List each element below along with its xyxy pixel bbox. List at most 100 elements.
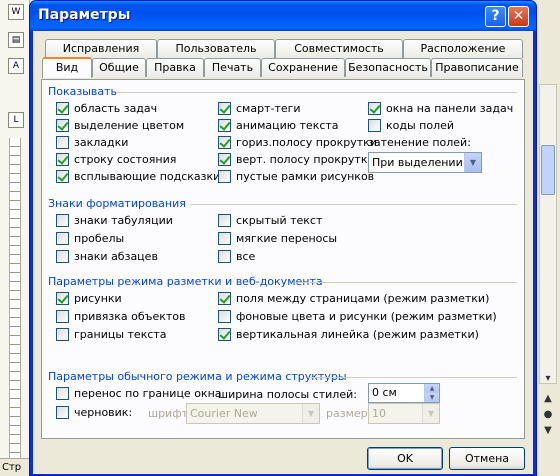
checkbox-white-space[interactable]: поля между страницами (режим разметки) bbox=[218, 291, 490, 308]
tab-edit[interactable]: Правка bbox=[146, 58, 204, 77]
tab-view[interactable]: Вид bbox=[42, 57, 92, 78]
tab-security[interactable]: Безопасность bbox=[345, 58, 431, 77]
checkbox-icon[interactable] bbox=[56, 386, 69, 400]
checkbox-icon[interactable] bbox=[218, 118, 231, 132]
style-area-width-label: ширина полосы стилей: bbox=[218, 388, 357, 401]
help-button[interactable]: ? bbox=[485, 6, 506, 27]
group-title-formatting: Знаки форматирования bbox=[48, 197, 186, 210]
checkbox-object-anchors[interactable]: привязка объектов bbox=[56, 309, 185, 326]
dialog-client: Исправления Пользователь Совместимость Р… bbox=[33, 31, 533, 474]
checkbox-status-bar[interactable]: строку состояния bbox=[56, 152, 176, 169]
chevron-down-icon[interactable]: ▼ bbox=[464, 153, 481, 172]
ok-button[interactable]: OK bbox=[367, 447, 443, 470]
tab-location[interactable]: Расположение bbox=[403, 39, 523, 58]
checkbox-tab-chars[interactable]: знаки табуляции bbox=[56, 213, 173, 230]
tab-corrections[interactable]: Исправления bbox=[45, 39, 157, 58]
checkbox-icon[interactable] bbox=[56, 169, 69, 183]
checkbox-icon[interactable] bbox=[218, 309, 231, 323]
browse-object-icon[interactable]: ● bbox=[541, 408, 555, 422]
checkbox-hidden-text[interactable]: скрытый текст bbox=[218, 213, 322, 230]
checkbox-field-codes[interactable]: коды полей bbox=[368, 118, 454, 135]
checkbox-icon[interactable] bbox=[56, 213, 69, 227]
checkbox-drawings[interactable]: рисунки bbox=[56, 291, 122, 308]
checkbox-icon[interactable] bbox=[218, 291, 231, 305]
checkbox-icon[interactable] bbox=[56, 101, 69, 115]
checkbox-task-pane[interactable]: область задач bbox=[56, 101, 157, 118]
checkbox-icon[interactable] bbox=[218, 152, 231, 166]
checkbox-draft-font[interactable]: черновик: bbox=[56, 405, 132, 422]
group-title-normal: Параметры обычного режима и режима струк… bbox=[48, 370, 347, 383]
options-dialog: Параметры ? ✕ Исправления Пользователь С… bbox=[29, 0, 537, 476]
checkbox-icon[interactable] bbox=[56, 118, 69, 132]
checkbox-taskbar-windows[interactable]: окна на панели задач bbox=[368, 101, 513, 118]
vertical-scrollbar[interactable] bbox=[539, 84, 557, 384]
cancel-button[interactable]: Отмена bbox=[449, 447, 525, 470]
checkbox-vscroll[interactable]: верт. полосу прокрутки bbox=[218, 152, 375, 169]
checkbox-icon[interactable] bbox=[218, 327, 231, 341]
chevron-down-icon[interactable]: ▼ bbox=[422, 404, 439, 423]
checkbox-all-marks[interactable]: все bbox=[218, 249, 255, 266]
checkbox-smart-tags[interactable]: смарт-теги bbox=[218, 101, 301, 118]
checkbox-soft-hyphens[interactable]: мягкие переносы bbox=[218, 231, 337, 248]
scroll-down-icon[interactable]: ▾ bbox=[541, 372, 555, 386]
checkbox-bookmarks[interactable]: закладки bbox=[56, 135, 129, 152]
tab-print[interactable]: Печать bbox=[204, 58, 261, 77]
view-tab-panel: Показывать область задач выделение цвето… bbox=[41, 79, 525, 439]
spin-buttons[interactable]: ▲ ▼ bbox=[424, 384, 439, 402]
toolbar-icon[interactable]: ▤ bbox=[8, 32, 24, 48]
checkbox-icon[interactable] bbox=[56, 327, 69, 341]
checkbox-vertical-ruler[interactable]: вертикальная линейка (режим разметки) bbox=[218, 327, 479, 344]
checkbox-icon[interactable] bbox=[218, 101, 231, 115]
size-select[interactable]: 10 ▼ bbox=[368, 403, 440, 424]
format-icon[interactable]: A bbox=[8, 58, 24, 74]
checkbox-icon[interactable] bbox=[56, 291, 69, 305]
checkbox-icon[interactable] bbox=[218, 213, 231, 227]
tab-general[interactable]: Общие bbox=[92, 58, 146, 77]
tab-user[interactable]: Пользователь bbox=[157, 39, 275, 58]
tab-save[interactable]: Сохранение bbox=[261, 58, 345, 77]
dialog-titlebar[interactable]: Параметры ? ✕ bbox=[30, 1, 536, 31]
checkbox-text-boundaries[interactable]: границы текста bbox=[56, 327, 167, 344]
size-label: размер: bbox=[326, 407, 372, 420]
checkbox-icon[interactable] bbox=[218, 249, 231, 263]
font-select[interactable]: Courier New ▼ bbox=[186, 403, 320, 424]
word-app-icon: W bbox=[8, 4, 24, 20]
checkbox-tooltips[interactable]: всплывающие подсказки bbox=[56, 169, 220, 186]
checkbox-icon[interactable] bbox=[368, 118, 381, 132]
right-scroll-area: ▾ ▲ ● ▼ bbox=[537, 0, 560, 476]
checkbox-icon[interactable] bbox=[56, 249, 69, 263]
checkbox-icon[interactable] bbox=[218, 231, 231, 245]
prev-page-icon[interactable]: ▲ bbox=[541, 392, 555, 406]
checkbox-highlight[interactable]: выделение цветом bbox=[56, 118, 184, 135]
chevron-down-icon[interactable]: ▼ bbox=[302, 404, 319, 423]
checkbox-icon[interactable] bbox=[56, 135, 69, 149]
tab-stop-icon[interactable]: L bbox=[8, 112, 24, 128]
tab-compatibility[interactable]: Совместимость bbox=[275, 39, 403, 58]
checkbox-icon[interactable] bbox=[56, 405, 69, 419]
spin-up-icon[interactable]: ▲ bbox=[424, 384, 439, 393]
checkbox-icon[interactable] bbox=[218, 135, 231, 149]
checkbox-icon[interactable] bbox=[56, 309, 69, 323]
checkbox-label: анимацию текста bbox=[236, 119, 339, 132]
field-shading-select[interactable]: При выделении ▼ bbox=[368, 152, 482, 173]
spin-down-icon[interactable]: ▼ bbox=[424, 393, 439, 402]
checkbox-hscroll[interactable]: гориз.полосу прокрутки bbox=[218, 135, 377, 152]
vertical-ruler-area: W ▤ A L Стр bbox=[0, 0, 30, 476]
scrollbar-thumb[interactable] bbox=[541, 145, 555, 195]
style-area-width-input[interactable]: 0 см ▲ ▼ bbox=[368, 383, 440, 403]
checkbox-label: поля между страницами (режим разметки) bbox=[236, 292, 490, 305]
checkbox-icon[interactable] bbox=[56, 231, 69, 245]
checkbox-icon[interactable] bbox=[218, 169, 231, 183]
checkbox-animation[interactable]: анимацию текста bbox=[218, 118, 339, 135]
checkbox-wrap-to-window[interactable]: перенос по границе окна bbox=[56, 386, 222, 403]
close-button[interactable]: ✕ bbox=[508, 6, 529, 27]
tab-spelling[interactable]: Правописание bbox=[431, 58, 523, 77]
next-page-icon[interactable]: ▼ bbox=[541, 424, 555, 438]
checkbox-paragraph-marks[interactable]: знаки абзацев bbox=[56, 249, 158, 266]
checkbox-background-colors[interactable]: фоновые цвета и рисунки (режим разметки) bbox=[218, 309, 497, 326]
checkbox-icon[interactable] bbox=[56, 152, 69, 166]
checkbox-picture-placeholders[interactable]: пустые рамки рисунков bbox=[218, 169, 374, 186]
checkbox-icon[interactable] bbox=[368, 101, 381, 115]
checkbox-label: закладки bbox=[74, 136, 129, 149]
checkbox-spaces[interactable]: пробелы bbox=[56, 231, 124, 248]
